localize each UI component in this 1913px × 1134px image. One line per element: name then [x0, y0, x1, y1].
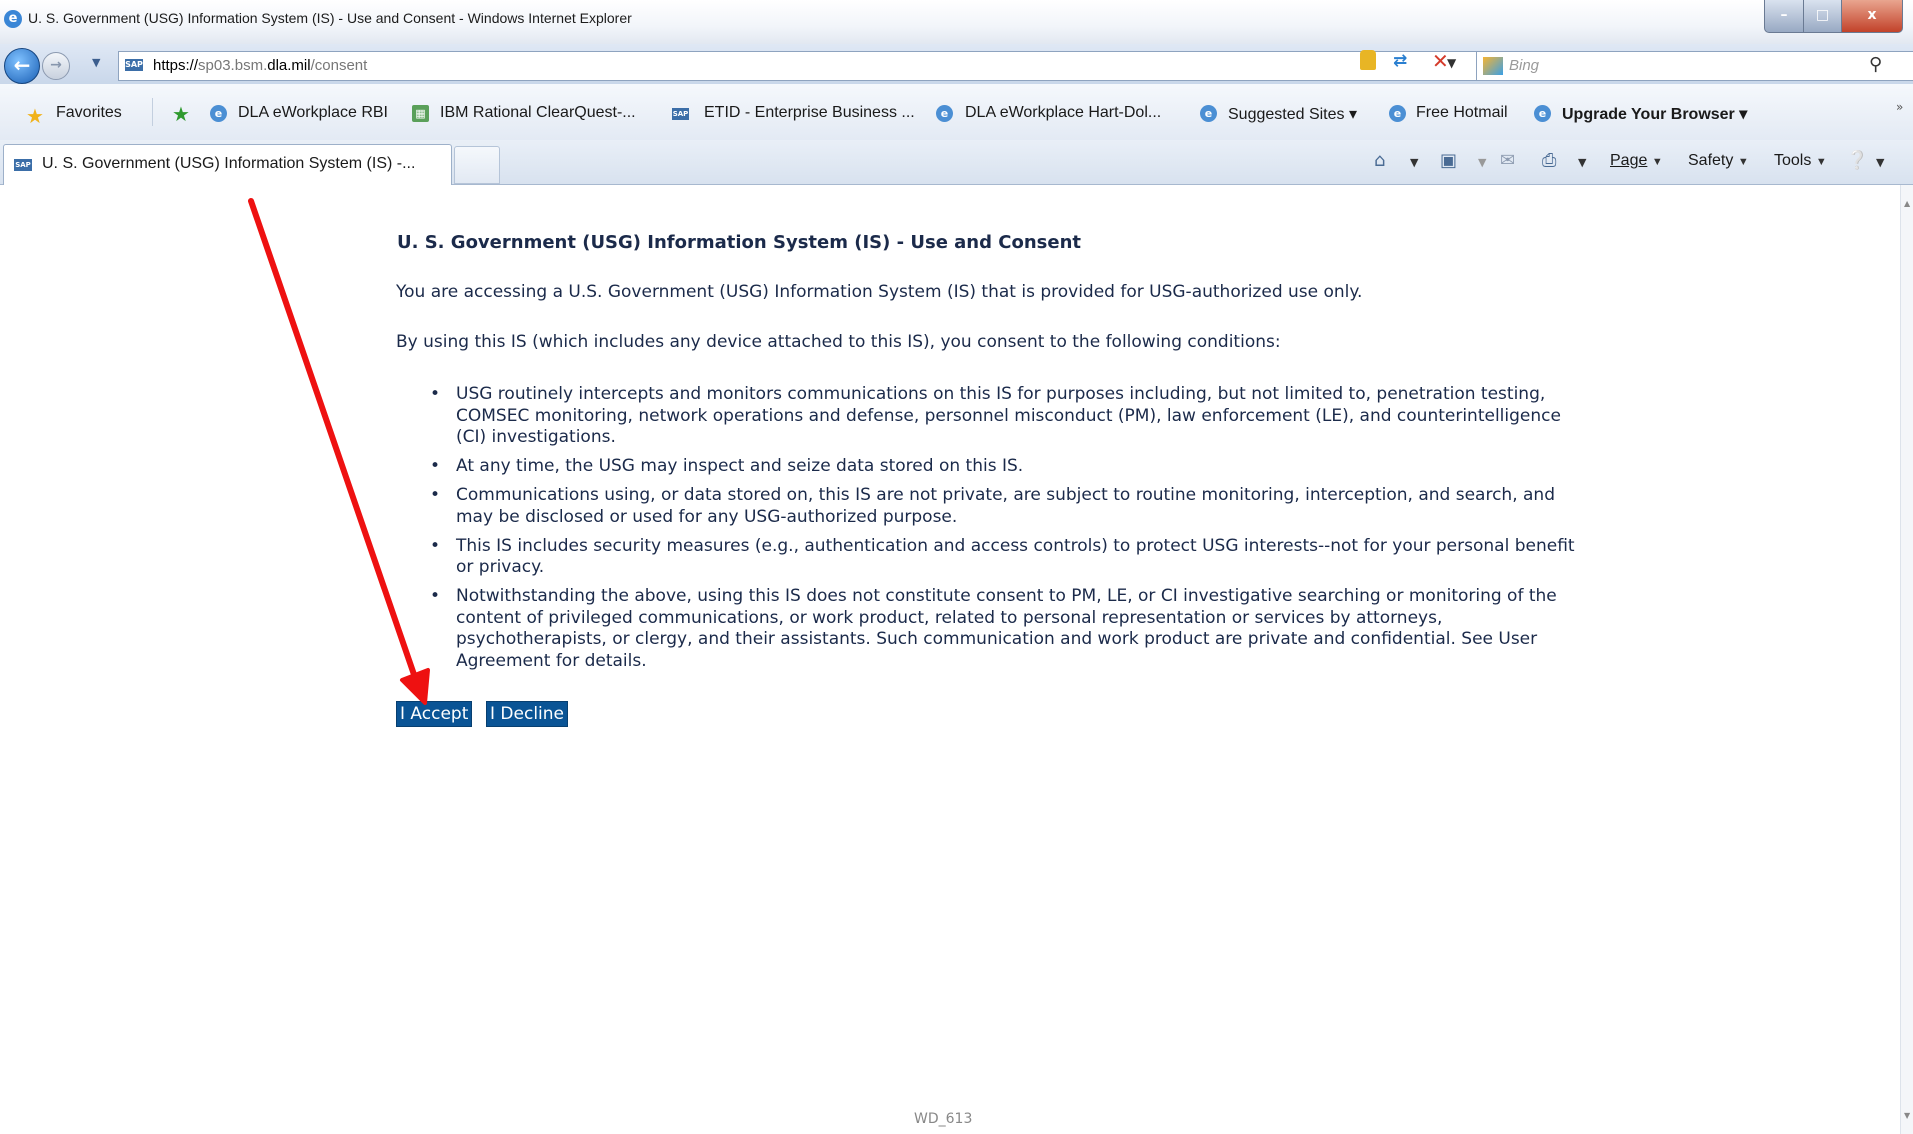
favorites-star-icon[interactable]: ★ [26, 104, 44, 128]
favorites-bar: ★ Favorites ★ e DLA eWorkplace RBI ▦ IBM… [0, 84, 1913, 141]
accept-button[interactable]: I Accept [396, 701, 473, 727]
recent-pages-dropdown-icon[interactable]: ▼ [92, 56, 100, 69]
clearquest-icon: ▦ [412, 105, 429, 122]
favorite-link-suggested-sites[interactable]: Suggested Sites ▾ [1228, 104, 1357, 124]
add-to-favorites-bar-icon[interactable]: ★ [172, 102, 190, 126]
url-subdomain: sp03.bsm. [198, 57, 268, 74]
close-window-button[interactable]: x [1841, 0, 1903, 33]
safety-menu[interactable]: Safety ▼ [1688, 152, 1749, 170]
url-scheme: https:// [153, 57, 199, 74]
address-url[interactable]: https://sp03.bsm.dla.mil/consent [153, 57, 367, 74]
stop-icon[interactable]: ✕ [1432, 49, 1449, 73]
page-menu-label: Page [1610, 152, 1648, 169]
address-input[interactable]: SAP https://sp03.bsm.dla.mil/consent ▼ [118, 51, 1477, 81]
favorite-link-dla-eworkplace-hart[interactable]: DLA eWorkplace Hart-Dol... [965, 104, 1161, 122]
search-input[interactable]: Bing ⚲ [1476, 51, 1913, 81]
search-placeholder: Bing [1509, 57, 1540, 74]
site-favicon-icon: SAP [125, 59, 143, 71]
list-item: USG routinely intercepts and monitors co… [430, 384, 1581, 449]
read-mail-icon[interactable]: ✉ [1500, 150, 1515, 171]
help-icon[interactable]: ❔ [1846, 150, 1868, 171]
list-item: This IS includes security measures (e.g.… [430, 536, 1581, 579]
window-title-bar: e U. S. Government (USG) Information Sys… [0, 0, 1913, 44]
list-item: Notwithstanding the above, using this IS… [430, 586, 1581, 672]
ie-page-icon: e [1534, 105, 1551, 122]
ie-page-icon: e [1389, 105, 1406, 122]
address-toolbar: ← → ▼ SAP https://sp03.bsm.dla.mil/conse… [0, 44, 1913, 84]
favorites-button[interactable]: Favorites [56, 104, 122, 122]
favorite-link-upgrade-browser[interactable]: Upgrade Your Browser ▾ [1562, 104, 1747, 124]
refresh-icon[interactable]: ⇄ [1393, 51, 1407, 71]
page-menu[interactable]: Page ▼ [1610, 152, 1663, 170]
tab-active[interactable]: SAP U. S. Government (USG) Information S… [3, 144, 452, 185]
safety-menu-label: Safety [1688, 152, 1734, 169]
favorite-link-free-hotmail[interactable]: Free Hotmail [1416, 104, 1508, 122]
ie-page-icon: e [210, 105, 227, 122]
home-icon[interactable]: ⌂ [1374, 150, 1385, 171]
tools-menu[interactable]: Tools ▼ [1774, 152, 1827, 170]
page-content: U. S. Government (USG) Information Syste… [0, 185, 1900, 1134]
tools-menu-label: Tools [1774, 152, 1812, 169]
list-item: At any time, the USG may inspect and sei… [430, 456, 1581, 478]
print-dropdown-icon[interactable]: ▼ [1578, 156, 1586, 169]
print-icon[interactable]: ⎙ [1542, 150, 1556, 171]
forward-button[interactable]: → [42, 52, 70, 80]
minimize-button[interactable]: – [1764, 0, 1804, 33]
window-title: U. S. Government (USG) Information Syste… [28, 10, 632, 26]
favorite-link-etid[interactable]: ETID - Enterprise Business ... [704, 104, 915, 122]
internet-explorer-icon: e [4, 10, 22, 28]
vertical-scrollbar[interactable]: ▲ ▼ [1900, 185, 1913, 1134]
tab-title: U. S. Government (USG) Information Syste… [42, 155, 416, 172]
conditions-list: USG routinely intercepts and monitors co… [396, 384, 1581, 680]
page-title: U. S. Government (USG) Information Syste… [397, 232, 1082, 253]
maximize-button[interactable]: □ [1803, 0, 1842, 33]
url-path: /consent [310, 57, 368, 74]
consent-paragraph: By using this IS (which includes any dev… [396, 332, 1281, 352]
favorite-link-dla-eworkplace-rbi[interactable]: DLA eWorkplace RBI [238, 104, 388, 122]
lock-icon[interactable] [1360, 50, 1376, 70]
ie-page-icon: e [1200, 105, 1217, 122]
ie-page-icon: e [936, 105, 953, 122]
scroll-down-arrow-icon[interactable]: ▼ [1904, 1111, 1910, 1120]
intro-paragraph: You are accessing a U.S. Government (USG… [396, 282, 1363, 302]
new-tab-button[interactable] [454, 146, 500, 184]
sap-icon: SAP [14, 159, 32, 171]
bing-icon [1483, 57, 1503, 75]
favorite-link-ibm-clearquest[interactable]: IBM Rational ClearQuest-... [440, 104, 636, 122]
sap-icon: SAP [672, 108, 689, 120]
back-button[interactable]: ← [4, 48, 40, 84]
home-dropdown-icon[interactable]: ▼ [1410, 156, 1418, 169]
search-icon[interactable]: ⚲ [1869, 54, 1882, 75]
more-favorites-chevron-icon[interactable]: » [1896, 100, 1903, 114]
feeds-icon[interactable]: ▣ [1440, 150, 1457, 171]
footer-code: WD_613 [914, 1111, 973, 1127]
list-item: Communications using, or data stored on,… [430, 485, 1581, 528]
feeds-dropdown-icon[interactable]: ▼ [1478, 156, 1486, 169]
divider [152, 98, 153, 126]
decline-button[interactable]: I Decline [486, 701, 568, 727]
scroll-up-arrow-icon[interactable]: ▲ [1904, 199, 1910, 208]
help-dropdown-icon[interactable]: ▼ [1876, 156, 1884, 169]
tab-command-bar: SAP U. S. Government (USG) Information S… [0, 140, 1913, 185]
url-host: dla.mil [267, 57, 311, 74]
